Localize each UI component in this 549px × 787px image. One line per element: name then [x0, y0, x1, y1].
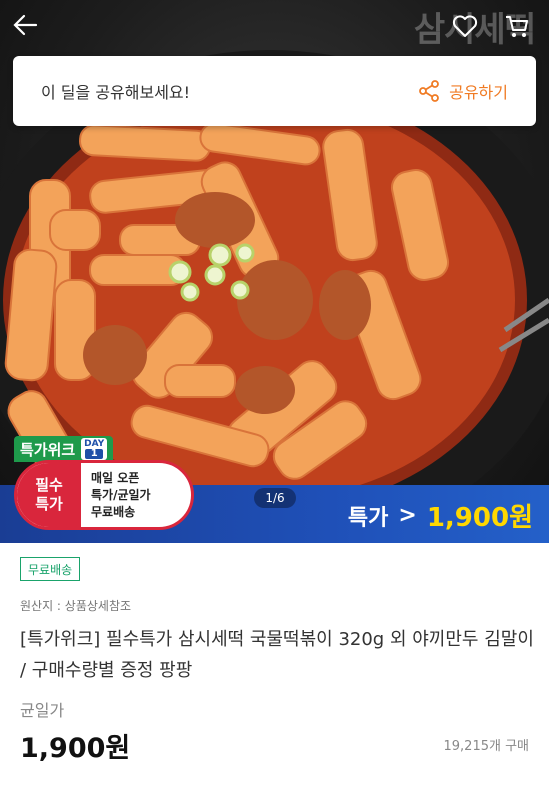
price-label: 균일가 [20, 701, 65, 720]
pill-line: 매일 오픈 [91, 470, 140, 485]
share-icon [419, 80, 440, 102]
pill-red-section: 필수 특가 [17, 463, 81, 527]
product-price: 1,900원 [20, 733, 131, 764]
sold-count: 19,215개 구매 [443, 739, 530, 754]
special-week-tag: 특가위크 DAY 1 [14, 436, 114, 462]
pill-top: 필수 [35, 476, 63, 494]
pill-bottom: 특가 [35, 495, 63, 513]
day-number: 1 [85, 449, 104, 459]
carousel-page-indicator: 1/6 [254, 488, 296, 508]
heart-icon[interactable] [451, 12, 479, 40]
promo-pill: 필수 특가 매일 오픈 특가/균일가 무료배송 [14, 460, 194, 530]
pill-line: 특가/균일가 [91, 487, 151, 502]
cart-icon[interactable] [503, 12, 531, 40]
special-price: 특가 > 1,900원 [348, 497, 533, 534]
special-price-value: 1,900원 [426, 503, 533, 533]
back-arrow-icon[interactable] [10, 10, 40, 40]
special-price-label: 특가 [347, 505, 389, 531]
product-title: [특가위크] 필수특가 삼시세떡 국물떡볶이 320g 외 야끼만두 김말이 /… [20, 629, 534, 681]
week-tag-label: 특가위크 [20, 440, 76, 459]
day-badge: DAY 1 [81, 438, 108, 460]
product-image-carousel[interactable]: 삼시세떡 이 딜을 공유해보세요! 공유하기 특가위크 DAY 1 필수 특가 … [0, 0, 549, 543]
share-button[interactable]: 공유하기 [417, 79, 508, 103]
pill-line: 무료배송 [91, 504, 136, 519]
free-shipping-badge: 무료배송 [20, 557, 81, 581]
share-prompt: 이 딜을 공유해보세요! [41, 83, 191, 102]
origin-info: 원산지 : 상품상세참조 [20, 599, 132, 613]
pill-lines: 매일 오픈 특가/균일가 무료배송 [81, 470, 151, 521]
share-button-label: 공유하기 [449, 83, 508, 102]
chevron-right-icon: > [398, 503, 417, 528]
share-card: 이 딜을 공유해보세요! 공유하기 [13, 56, 536, 126]
